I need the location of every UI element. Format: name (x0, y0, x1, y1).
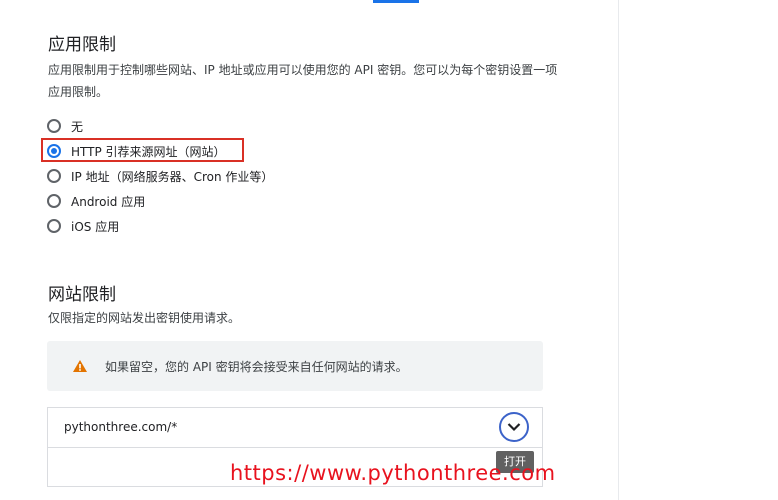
watermark-text: https://www.pythonthree.com (230, 461, 556, 485)
website-restrictions-title: 网站限制 (48, 285, 116, 305)
app-restrictions-description: 应用限制用于控制哪些网站、IP 地址或应用可以使用您的 API 密钥。您可以为每… (48, 59, 588, 103)
warning-icon (73, 360, 87, 372)
expand-button[interactable] (499, 412, 529, 442)
settings-panel: 应用限制 应用限制用于控制哪些网站、IP 地址或应用可以使用您的 API 密钥。… (0, 0, 619, 500)
radio-option-android-apps[interactable]: Android 应用 (47, 191, 145, 211)
radio-button[interactable] (47, 219, 61, 233)
notice-text: 如果留空，您的 API 密钥将会接受来自任何网站的请求。 (105, 359, 408, 374)
app-restrictions-title: 应用限制 (48, 35, 116, 55)
radio-label: 无 (71, 119, 84, 134)
radio-button[interactable] (47, 119, 61, 133)
website-restrictions-description: 仅限指定的网站发出密钥使用请求。 (48, 311, 241, 325)
chevron-down-icon (507, 423, 521, 432)
radio-label: Android 应用 (71, 194, 146, 209)
tab-indicator (373, 0, 419, 3)
radio-option-none[interactable]: 无 (47, 116, 83, 136)
row-divider (48, 447, 542, 448)
radio-button[interactable] (47, 194, 61, 208)
description-line: 应用限制用于控制哪些网站、IP 地址或应用可以使用您的 API 密钥。您可以为每… (48, 63, 558, 77)
radio-option-ios-apps[interactable]: iOS 应用 (47, 216, 119, 236)
description-line: 应用限制。 (48, 85, 109, 99)
annotation-highlight-box (41, 138, 244, 162)
radio-label: iOS 应用 (71, 219, 120, 234)
referrer-item[interactable]: pythonthree.com/* (64, 420, 177, 434)
radio-button[interactable] (47, 169, 61, 183)
radio-label: IP 地址（网络服务器、Cron 作业等） (71, 169, 274, 184)
empty-referrer-notice: 如果留空，您的 API 密钥将会接受来自任何网站的请求。 (47, 341, 543, 391)
radio-option-ip-addresses[interactable]: IP 地址（网络服务器、Cron 作业等） (47, 166, 273, 186)
